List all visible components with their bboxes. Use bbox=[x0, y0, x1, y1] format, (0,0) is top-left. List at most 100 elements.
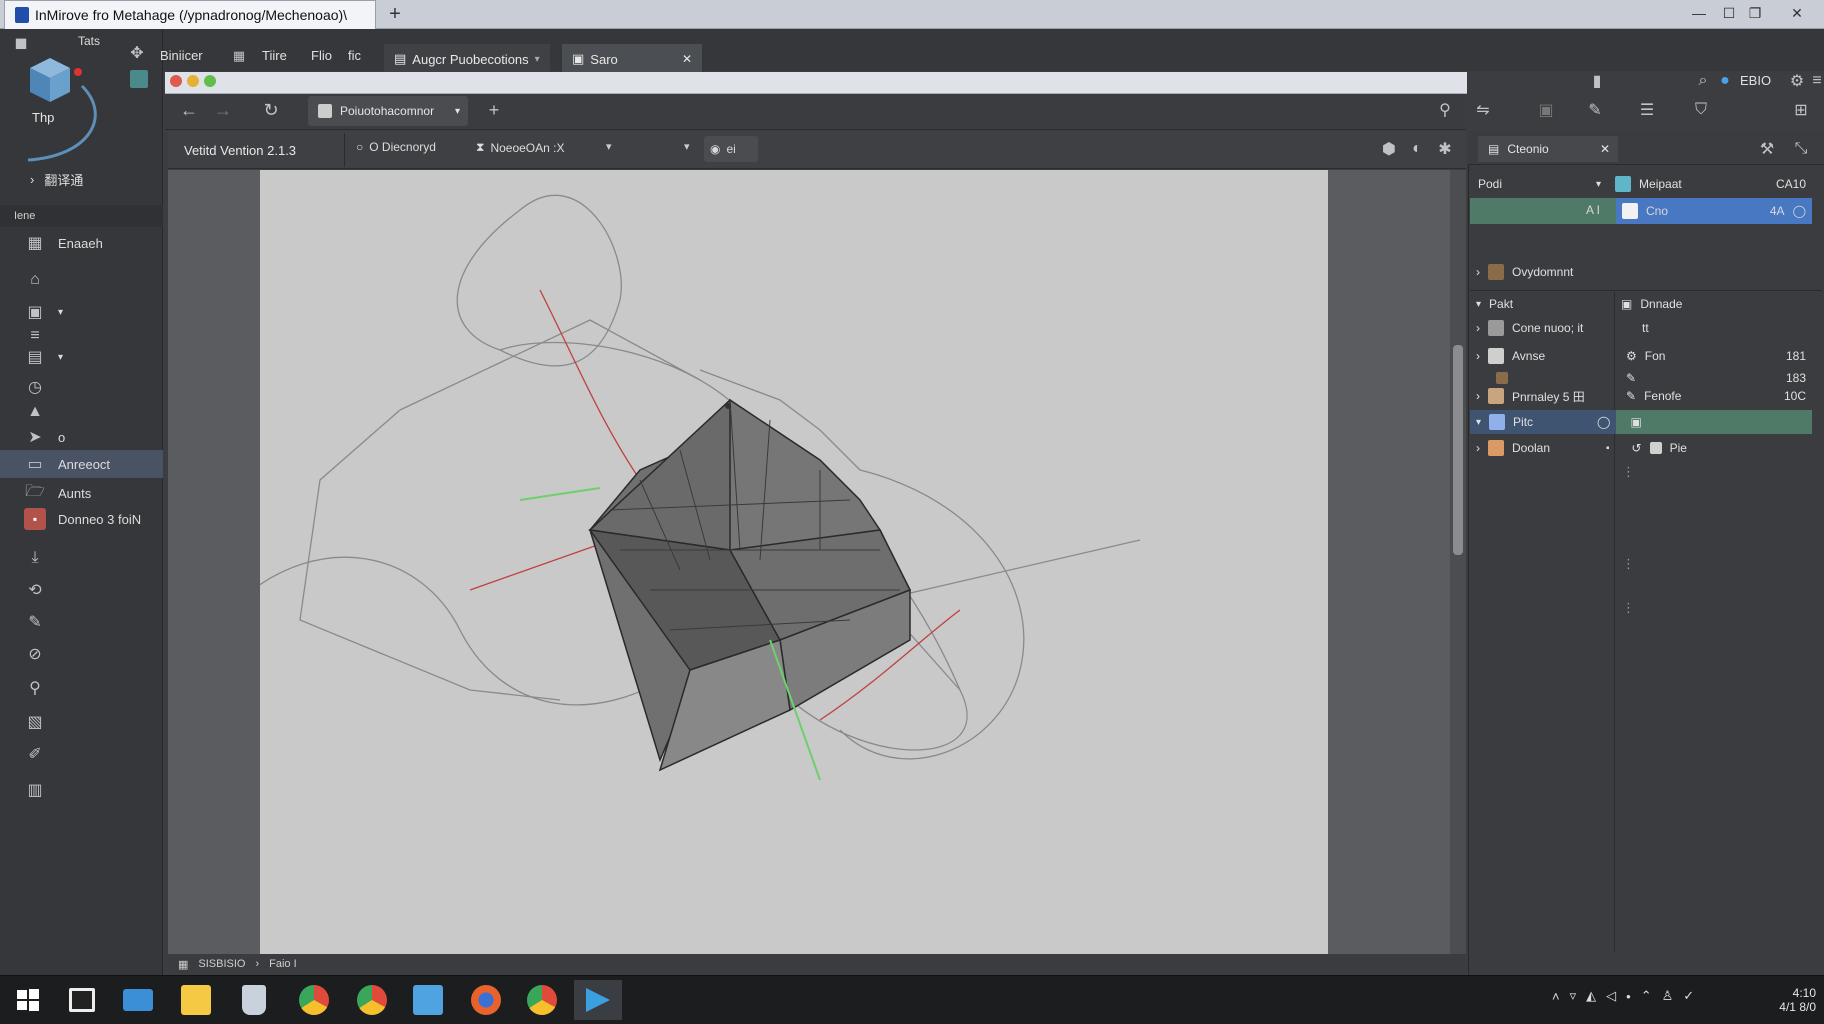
pin-icon[interactable]: ⚲ bbox=[1434, 99, 1456, 121]
close-tab-icon[interactable]: ✕ bbox=[1600, 142, 1610, 156]
collapse-icon[interactable]: ⤡ bbox=[1790, 138, 1812, 160]
sidebar-item-triangle[interactable]: ▲ bbox=[0, 398, 163, 426]
sidebar-item-lasso[interactable]: ⟲ bbox=[0, 576, 163, 604]
more-dots-icon[interactable]: ⋮ bbox=[1622, 556, 1635, 572]
panel-row-selected[interactable]: Cno 4A ◯ bbox=[1616, 198, 1812, 224]
shading-icon[interactable]: ◐ bbox=[1406, 138, 1428, 160]
more-dots-icon[interactable]: ⋮ bbox=[1622, 600, 1635, 616]
panel-toggle-icon[interactable] bbox=[130, 70, 148, 88]
sidebar-item-clipboard[interactable]: ▥ bbox=[0, 776, 163, 804]
sidebar-item-enaaeh[interactable]: ▦ Enaaeh bbox=[0, 229, 163, 257]
shield-icon[interactable]: ▿ bbox=[1570, 988, 1577, 1004]
sidebar-expand[interactable]: › 翻译通 bbox=[30, 170, 83, 189]
menu-ebio[interactable]: EBIO bbox=[1740, 73, 1771, 95]
sidebar-item-clock[interactable]: ◷ bbox=[0, 373, 163, 401]
sidebar-item-play[interactable]: ➤ o bbox=[0, 423, 163, 451]
explorer-icon[interactable] bbox=[114, 980, 162, 1020]
scrollbar-thumb[interactable] bbox=[1453, 345, 1463, 555]
checkbox-icon[interactable] bbox=[1649, 442, 1662, 454]
more-dots-icon[interactable]: ⋮ bbox=[1622, 464, 1635, 480]
apps-icon[interactable]: ⊞ bbox=[1790, 99, 1812, 121]
overlay-icon[interactable]: ✱ bbox=[1434, 138, 1456, 160]
chrome-icon[interactable] bbox=[518, 980, 566, 1020]
sidebar-item-download[interactable]: ⤓ bbox=[0, 544, 163, 572]
home-small-icon[interactable]: ◼ bbox=[10, 32, 32, 54]
trash-icon[interactable] bbox=[230, 980, 278, 1020]
grid-small-icon[interactable]: ▦ bbox=[228, 45, 250, 67]
window-tab[interactable]: InMirove fro Metahage (/ypnadronog/Meche… bbox=[4, 0, 376, 29]
media-player-icon[interactable] bbox=[574, 980, 622, 1020]
sidebar-item-aunts[interactable]: 🗁 Aunts bbox=[0, 479, 163, 507]
panel-row-podi[interactable]: Podi ▾ Meipaat CA10 bbox=[1470, 172, 1822, 196]
panel-row-avnse[interactable]: › Avnse ⚙ Fon 181 bbox=[1470, 344, 1822, 368]
wifi-icon[interactable]: ⌃ bbox=[1641, 988, 1652, 1004]
viewport-scrollbar[interactable] bbox=[1450, 170, 1466, 954]
restore-button[interactable]: ❐ bbox=[1744, 2, 1766, 24]
dropdown-directory[interactable]: ○ O Diecnoryd bbox=[356, 140, 436, 154]
sidebar-item-donneo[interactable]: ▪ Donneo 3 foiN bbox=[0, 505, 163, 533]
3d-viewport[interactable] bbox=[239, 170, 1328, 954]
menu-flio[interactable]: Flio bbox=[311, 48, 332, 70]
menu-fic[interactable]: fic bbox=[348, 48, 361, 70]
sidebar-item-table[interactable]: ▤ ▾ bbox=[0, 343, 163, 371]
list-icon[interactable]: ☰ bbox=[1636, 99, 1658, 121]
volume-icon[interactable]: ◁ bbox=[1606, 988, 1616, 1004]
task-view-icon[interactable] bbox=[58, 980, 106, 1020]
sidebar-item-brush[interactable]: ⊘ bbox=[0, 640, 163, 668]
tab-saro[interactable]: ▣ Saro ✕ bbox=[562, 44, 702, 74]
chevron-up-icon[interactable]: ˄ bbox=[1552, 989, 1560, 1004]
chrome-icon[interactable] bbox=[348, 980, 396, 1020]
user-icon[interactable]: ♙ bbox=[1662, 988, 1674, 1004]
panel-row-ovydomnnt[interactable]: › Ovydomnnt bbox=[1470, 260, 1822, 284]
close-window-button[interactable]: ✕ bbox=[1786, 2, 1808, 24]
sidebar-item-chart[interactable]: ▧ bbox=[0, 708, 163, 736]
back-arrow-icon[interactable]: ← bbox=[178, 99, 200, 121]
sidebar-item-home[interactable]: ⌂ bbox=[0, 266, 163, 294]
url-tab[interactable]: Poiuotohacomnor ▾ bbox=[308, 96, 468, 126]
sidebar-item-image[interactable]: ▣ ▾ bbox=[0, 298, 163, 326]
maximize-button[interactable]: ☐ bbox=[1718, 2, 1740, 24]
zoom-dot-icon[interactable] bbox=[204, 75, 216, 87]
minimize-dot-icon[interactable] bbox=[187, 75, 199, 87]
chrome-icon[interactable] bbox=[290, 980, 338, 1020]
network-icon[interactable]: ◭ bbox=[1586, 988, 1596, 1004]
settings-icon[interactable]: ⚙ bbox=[1786, 70, 1808, 92]
dot-icon[interactable]: • bbox=[1626, 989, 1631, 1004]
sidebar-item-anreeoct[interactable]: ▭ Anreeoct bbox=[0, 450, 163, 478]
sidebar-item-wand[interactable]: ✐ bbox=[0, 740, 163, 768]
globe-icon[interactable]: ● bbox=[1714, 70, 1736, 92]
visibility-icon[interactable]: ◯ bbox=[1597, 415, 1610, 429]
new-tab-button[interactable]: + bbox=[384, 3, 406, 25]
forward-arrow-icon[interactable]: → bbox=[212, 99, 234, 121]
layout-icon[interactable]: ▣ bbox=[1535, 99, 1557, 121]
close-tab-icon[interactable]: ✕ bbox=[682, 52, 692, 66]
chevron-down-icon[interactable]: ▾ bbox=[606, 140, 612, 153]
hamburger-icon[interactable]: ≡ bbox=[1806, 70, 1824, 92]
move-tool-icon[interactable]: ✥ bbox=[126, 42, 148, 64]
sidebar-item-user[interactable]: ⚲ bbox=[0, 674, 163, 702]
panel-row-cone[interactable]: › Cone nuoo; it tt bbox=[1470, 316, 1822, 340]
reload-icon[interactable]: ↻ bbox=[260, 99, 282, 121]
render-icon[interactable]: ⬢ bbox=[1378, 138, 1400, 160]
panel-row-pnrnaley[interactable]: › Pnrnaley 5 田 ✎ Fenofe 10C bbox=[1470, 384, 1822, 408]
folder-icon[interactable] bbox=[172, 980, 220, 1020]
pencil-icon[interactable]: ✎ bbox=[1584, 99, 1606, 121]
tab-cteonio[interactable]: ▤ Cteonio ✕ bbox=[1478, 136, 1618, 162]
shield-icon[interactable]: ⛉ bbox=[1690, 99, 1712, 121]
menu-biniicer[interactable]: Biniicer bbox=[160, 48, 203, 70]
calendar-icon[interactable] bbox=[404, 980, 452, 1020]
taskbar-clock[interactable]: 4:10 4/1 8/0 bbox=[1720, 982, 1816, 1018]
panel-row-doolan[interactable]: › Doolan ▪ ↺ Pie bbox=[1470, 436, 1822, 460]
firefox-icon[interactable] bbox=[462, 980, 510, 1020]
tab-augcr[interactable]: ▤ Augcr Puobecotions ▾ bbox=[384, 44, 550, 74]
dropdown-node[interactable]: ⧗ NoeoeOAn :X bbox=[476, 140, 564, 155]
menu-tiire[interactable]: Tiire bbox=[262, 48, 287, 70]
new-tab-plus-button[interactable]: + bbox=[483, 99, 505, 121]
dropdown-ei[interactable]: ◉ ei bbox=[704, 136, 758, 162]
wrench-icon[interactable]: ⚒ bbox=[1756, 138, 1778, 160]
pen-icon[interactable]: ✓ bbox=[1683, 988, 1694, 1004]
split-icon[interactable]: ⇋ bbox=[1472, 99, 1494, 121]
search-icon[interactable]: ⌕ bbox=[1692, 70, 1714, 92]
panel-row-pitc[interactable]: ▾ Pitc ◯ ▣ bbox=[1470, 410, 1810, 434]
chevron-down-icon[interactable]: ▾ bbox=[684, 140, 690, 153]
